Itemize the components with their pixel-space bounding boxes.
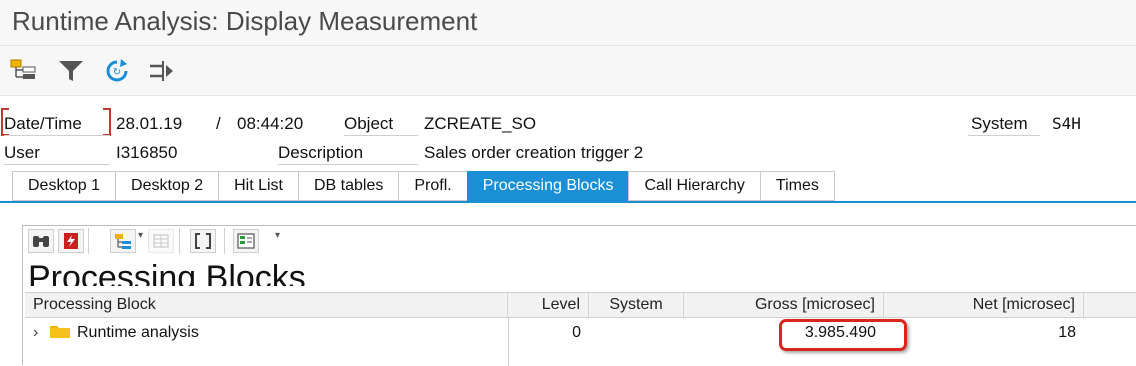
- datetime-separator: /: [216, 114, 221, 133]
- toolbar-separator: [179, 228, 180, 254]
- user-label: User: [4, 143, 40, 162]
- row-net-value: 18: [1058, 324, 1076, 341]
- filter-icon[interactable]: [55, 56, 87, 86]
- toolbar-separator: [224, 228, 225, 254]
- window-title: Runtime Analysis: Display Measurement: [12, 6, 478, 36]
- user-label-underline: [4, 164, 110, 165]
- table-row[interactable]: › Runtime analysis 0 3.985.490 18: [25, 319, 1136, 347]
- column-processing-block[interactable]: Processing Block: [25, 293, 508, 317]
- date-value: 28.01.19: [116, 114, 183, 133]
- grid-header: Processing Block Level System Gross [mic…: [25, 292, 1136, 318]
- row-block-label: Runtime analysis: [77, 324, 199, 341]
- description-label-underline: [278, 164, 418, 165]
- description-label: Description: [278, 143, 364, 162]
- object-value: ZCREATE_SO: [424, 114, 537, 133]
- find-icon[interactable]: [28, 229, 54, 253]
- tab-call-hierarchy[interactable]: Call Hierarchy: [628, 171, 760, 201]
- tab-underline: [0, 201, 1136, 203]
- system-value: S4H: [1052, 114, 1081, 133]
- hierarchy-icon[interactable]: [8, 56, 40, 86]
- panel-heading: Processing Blocks: [28, 259, 306, 286]
- tab-desktop-1[interactable]: Desktop 1: [12, 171, 116, 201]
- row-block-cell: › Runtime analysis: [25, 319, 508, 347]
- layout-icon[interactable]: [233, 229, 259, 253]
- processing-blocks-panel: ▾ ▾ Processing Blocks Processing Block L…: [22, 225, 1136, 366]
- user-value: I316850: [116, 143, 178, 162]
- time-value: 08:44:20: [237, 114, 304, 133]
- tab-db-tables[interactable]: DB tables: [298, 171, 399, 201]
- row-system-value: [589, 319, 684, 347]
- tab-times[interactable]: Times: [759, 171, 835, 201]
- application-toolbar: ↻: [0, 46, 1136, 96]
- tree-dropdown-caret-icon[interactable]: ▾: [138, 230, 143, 241]
- datetime-label-underline: [4, 135, 110, 136]
- svg-text:↻: ↻: [113, 67, 121, 78]
- system-label-underline: [968, 135, 1040, 136]
- refresh-icon[interactable]: ↻: [101, 56, 133, 86]
- brackets-icon[interactable]: [190, 229, 216, 253]
- row-level-value: 0: [572, 324, 581, 341]
- column-system[interactable]: System: [589, 293, 684, 317]
- active-tab-notch: [571, 197, 581, 202]
- toolbar-separator: [88, 228, 89, 254]
- tab-strip: Desktop 1 Desktop 2 Hit List DB tables P…: [12, 171, 835, 201]
- column-level[interactable]: Level: [508, 293, 589, 317]
- table-view-icon: [148, 229, 174, 253]
- tab-hit-list[interactable]: Hit List: [218, 171, 298, 201]
- layout-dropdown-caret-icon[interactable]: ▾: [275, 230, 280, 241]
- tree-icon[interactable]: [110, 229, 136, 253]
- object-label-underline: [344, 135, 418, 136]
- column-net[interactable]: Net [microsec]: [884, 293, 1084, 317]
- title-bar: Runtime Analysis: Display Measurement: [0, 0, 1136, 46]
- column-gross[interactable]: Gross [microsec]: [684, 293, 884, 317]
- description-value: Sales order creation trigger 2: [424, 143, 644, 162]
- datetime-label[interactable]: Date/Time: [4, 114, 82, 134]
- tab-desktop-2[interactable]: Desktop 2: [115, 171, 219, 201]
- datetime-focus-frame-right: [103, 108, 111, 136]
- system-label: System: [971, 114, 1028, 133]
- folder-icon: [49, 323, 73, 344]
- delete-icon[interactable]: [58, 229, 84, 253]
- gross-value-highlight: [779, 319, 907, 351]
- compare-icon[interactable]: [145, 56, 177, 86]
- tab-processing-blocks[interactable]: Processing Blocks: [466, 171, 629, 201]
- tab-profl[interactable]: Profl.: [398, 171, 467, 201]
- object-label: Object: [344, 114, 394, 133]
- expand-chevron-icon[interactable]: ›: [33, 324, 47, 342]
